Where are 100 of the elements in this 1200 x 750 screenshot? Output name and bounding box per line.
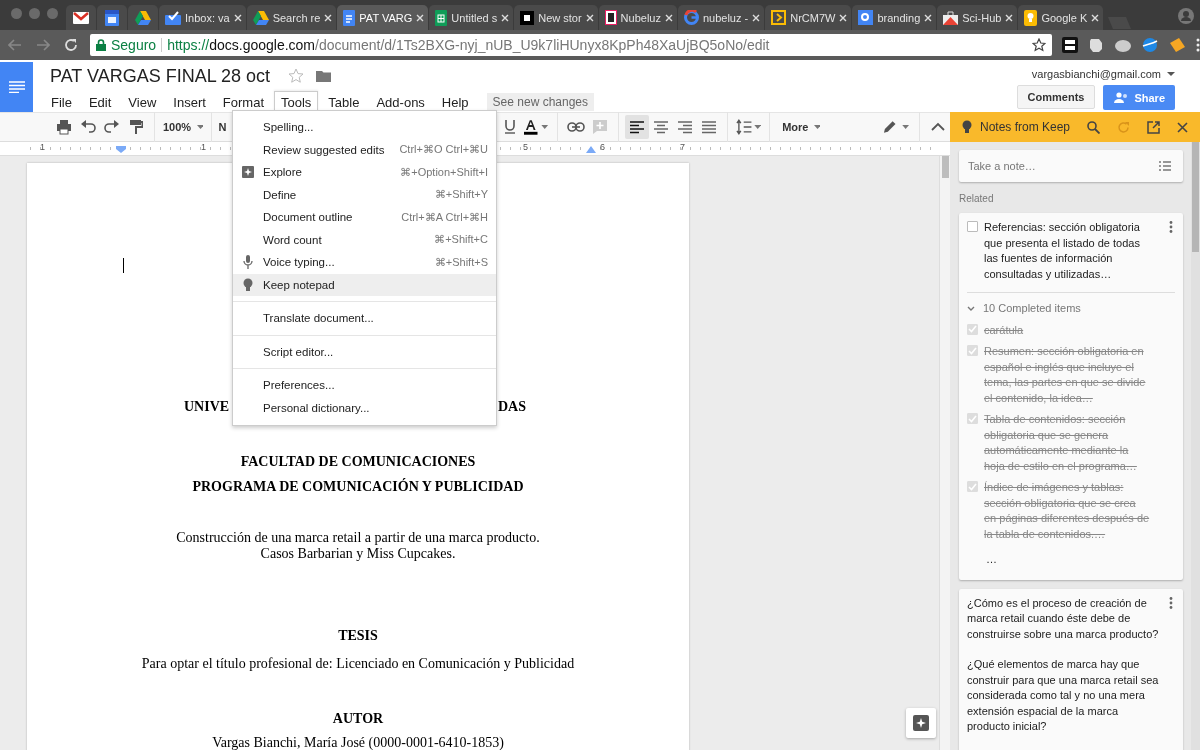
tag-icon[interactable]	[1168, 37, 1186, 53]
menu-item[interactable]: Tools	[274, 91, 319, 113]
browser-tab[interactable]	[128, 5, 158, 30]
more-vertical-icon[interactable]	[1169, 596, 1173, 609]
browser-tab[interactable]: branding	[852, 5, 937, 30]
triangle-icon	[252, 10, 269, 25]
menu-item[interactable]: Edit	[81, 91, 119, 113]
comments-button[interactable]: Comments	[1016, 85, 1096, 109]
take-a-note-field[interactable]: Take a note…	[959, 150, 1183, 182]
chevron-down-icon	[967, 305, 975, 312]
bag-icon	[943, 10, 959, 25]
menu-item[interactable]: Personal dictionary...	[233, 396, 496, 419]
browser-tab[interactable]: nubeluz -	[677, 5, 765, 30]
close-icon[interactable]	[1177, 121, 1189, 133]
folder-icon[interactable]	[316, 70, 332, 82]
align-left-icon[interactable]	[625, 115, 650, 139]
menu-item[interactable]: Word count ⌘+Shift+C	[233, 228, 496, 251]
explore-icon	[242, 166, 254, 179]
browser-tab[interactable]: Search re	[246, 5, 337, 30]
menu-item[interactable]: Add-ons	[369, 91, 432, 113]
star-icon[interactable]	[288, 68, 305, 84]
menu-item[interactable]: Keep notepad	[233, 273, 496, 296]
menu-item[interactable]: Preferences...	[233, 374, 496, 397]
browser-tab[interactable]: Nubeluz	[598, 5, 677, 30]
heading-text: AUTOR	[332, 711, 384, 726]
browser-tab[interactable]: Google K	[1018, 5, 1104, 30]
chevron-box-icon	[771, 10, 787, 25]
checkbox[interactable]	[967, 323, 978, 335]
menu-item[interactable]: View	[121, 91, 164, 113]
bulb-icon	[1024, 9, 1038, 26]
g-circle-icon	[683, 10, 699, 25]
caret-icon[interactable]	[1167, 72, 1175, 76]
checkbox[interactable]	[967, 345, 978, 356]
menu-item[interactable]: Spelling...	[233, 116, 496, 139]
browser-tab[interactable]: Inbox: va	[159, 5, 246, 30]
text-cursor	[123, 258, 124, 273]
menu-item[interactable]: Script editor...	[233, 340, 496, 363]
lock-icon	[96, 39, 106, 51]
menu-item[interactable]: Define ⌘+Shift+Y	[233, 183, 496, 206]
checkbox[interactable]	[967, 481, 978, 492]
browser-tab[interactable]: New stor	[514, 5, 598, 30]
profile-icon[interactable]	[1178, 8, 1194, 24]
ruler-number: 5	[523, 142, 528, 152]
menu-item[interactable]: Voice typing... ⌘+Shift+S	[233, 251, 496, 274]
browser-tab[interactable]	[97, 5, 127, 30]
text-style-select[interactable]: N	[218, 115, 227, 139]
spreadsheet-icon	[435, 9, 448, 26]
menu-item[interactable]: Translate document...	[233, 307, 496, 330]
scrollbar[interactable]	[939, 156, 950, 750]
list-icon[interactable]	[1159, 161, 1171, 171]
menu-item[interactable]: Insert	[166, 91, 213, 113]
note-card[interactable]	[959, 588, 1183, 750]
indent-marker-icon[interactable]	[586, 146, 596, 153]
globe-icon[interactable]	[1142, 37, 1158, 53]
scrollbar[interactable]	[1191, 142, 1200, 750]
star-icon[interactable]	[1032, 38, 1046, 52]
browser-tab[interactable]: Untitled s	[429, 5, 514, 30]
address-bar[interactable]: Seguro https://docs.google.com/document/d/1Ts2BXG-nyj_nUB_U9k7liHUnyx8KpPh48XaUjBQ5oNo/edit	[90, 34, 1052, 56]
heading-text: FACULTAD DE COMUNICACIONES	[240, 454, 476, 469]
more-vertical-icon[interactable]	[1169, 221, 1173, 233]
section-label: Related	[959, 193, 995, 204]
menu-item[interactable]: File	[44, 91, 79, 113]
checkbox[interactable]	[967, 221, 978, 232]
menu-item[interactable]: Format	[215, 91, 271, 113]
menu-item[interactable]: Explore ⌘+Option+Shift+I	[233, 161, 496, 184]
completed-toggle[interactable]: 10 Completed items	[967, 301, 1175, 317]
reload-icon[interactable]	[64, 38, 78, 52]
explore-button[interactable]	[906, 708, 936, 738]
ruler-number: 6	[600, 142, 605, 152]
caret-icon	[197, 125, 204, 129]
search-icon[interactable]	[1087, 120, 1101, 134]
more-vertical-icon[interactable]	[1196, 38, 1200, 52]
document-title[interactable]: PAT VARGAS FINAL 28 oct	[50, 65, 271, 87]
heading-text: DAS	[498, 399, 526, 415]
menu-item[interactable]: Table	[321, 91, 367, 113]
note-text: ¿Qué elementos de marca hay que construir para que una marca retail sea considerada como tal y no una mera extensión espacial de la marca producto inicial?	[967, 657, 1159, 734]
browser-tab[interactable]: Sci-Hub	[937, 5, 1018, 30]
people-icon	[1113, 92, 1130, 103]
menu-item[interactable]: Review suggested edits Ctrl+⌘O Ctrl+⌘U	[233, 138, 496, 161]
browser-tab[interactable]: PAT VARG	[337, 5, 429, 30]
list-item-text: Índice de imágenes y tablas: sección obligatoria que se crea en páginas diferentes después de la tabla de contenidos.…	[984, 480, 1150, 542]
indent-marker-icon[interactable]	[116, 146, 126, 153]
see-new-changes-button[interactable]: See new changes	[486, 93, 594, 111]
browser-tab[interactable]	[66, 5, 96, 30]
browser-tab[interactable]: NrCM7W	[765, 5, 852, 30]
more-button[interactable]: More	[776, 115, 827, 139]
ruler-number: 1	[40, 142, 45, 152]
account-email[interactable]: vargasbianchi@gmail.com	[1031, 68, 1161, 80]
heading-text: PROGRAMA DE COMUNICACIÓN Y PUBLICIDAD	[192, 479, 524, 494]
microphone-icon	[243, 255, 253, 270]
docs-logo-icon[interactable]	[0, 62, 33, 112]
open-in-new-icon[interactable]	[1147, 120, 1161, 134]
zoom-select[interactable]: 100%	[160, 115, 206, 139]
menu-item[interactable]: Document outline Ctrl+⌘A Ctrl+⌘H	[233, 206, 496, 229]
tools-menu[interactable]	[232, 110, 497, 426]
list-item-text: Resumen: sección obligatoria en español e inglés que incluye el tema, las partes en que se divide el contenido, la idea…	[984, 344, 1147, 406]
checkbox[interactable]	[967, 413, 978, 424]
square-icon	[520, 10, 535, 25]
bulb-icon	[962, 120, 972, 134]
menu-item[interactable]: Help	[434, 91, 476, 113]
